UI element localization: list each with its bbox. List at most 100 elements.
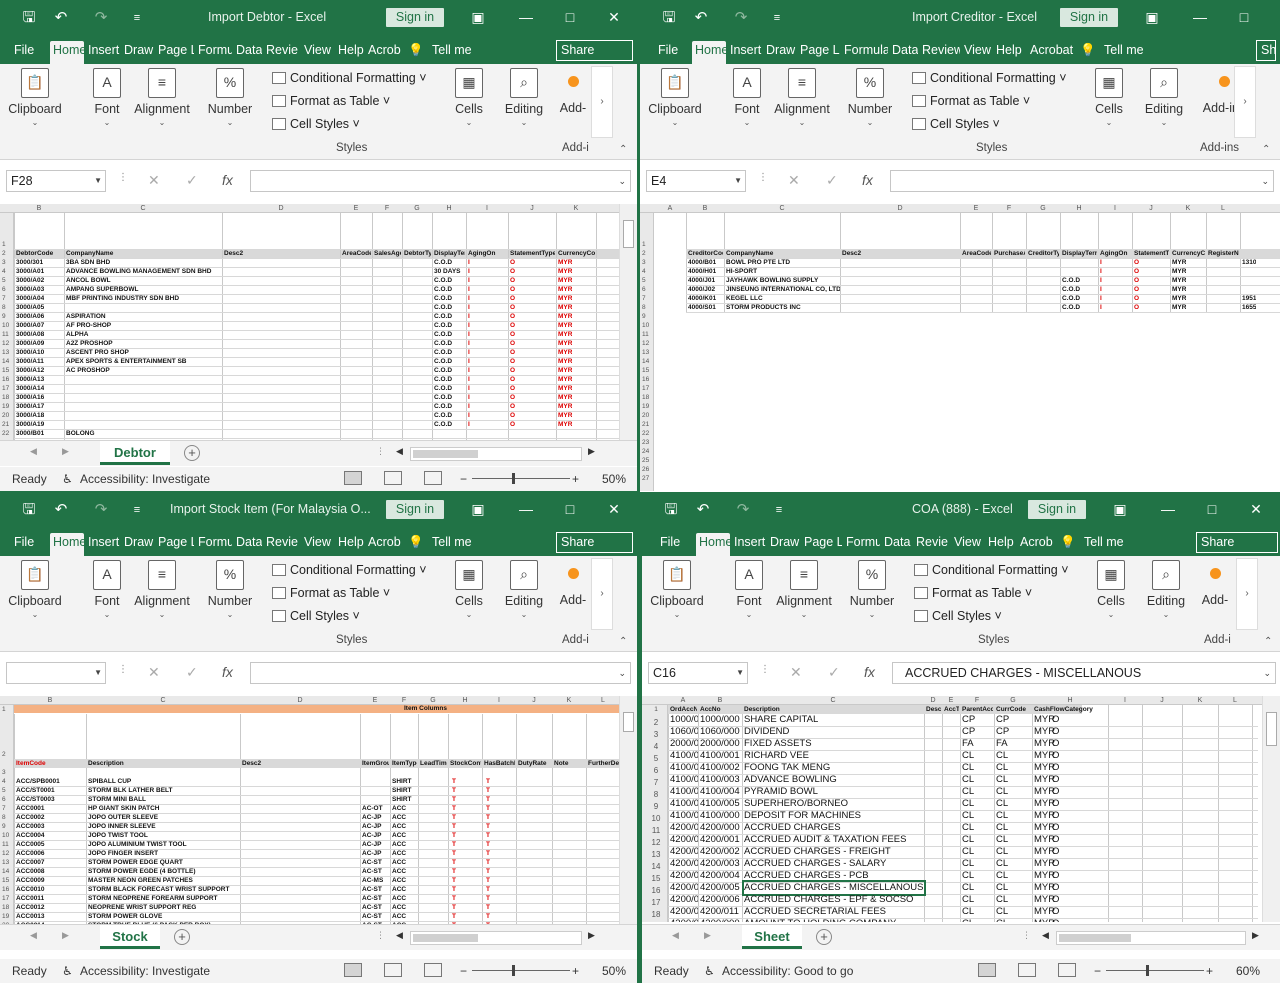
- name-box[interactable]: ▼: [6, 662, 106, 684]
- quick-access-customize-icon[interactable]: ≡: [124, 498, 150, 522]
- worksheet-grid[interactable]: ABCDEFGHIJKL1234567891011121314151617181…: [642, 696, 1262, 922]
- row-header-4[interactable]: 4: [0, 777, 14, 786]
- number-group-button[interactable]: % Number ⌄: [205, 560, 255, 619]
- acc-description[interactable]: ACCRUED CHARGES - FREIGHT: [744, 846, 924, 858]
- row-header-3[interactable]: 3: [642, 729, 668, 741]
- row-header-18[interactable]: 18: [0, 903, 14, 912]
- save-icon[interactable]: 🖫: [656, 6, 682, 30]
- row-header-18[interactable]: 18: [642, 909, 668, 921]
- row-header-16[interactable]: 16: [642, 885, 668, 897]
- zoom-out-icon[interactable]: −: [1094, 964, 1101, 978]
- row-header-18[interactable]: 18: [640, 393, 654, 402]
- row-header-15[interactable]: 15: [642, 873, 668, 885]
- vertical-scrollbar[interactable]: [1262, 696, 1280, 922]
- column-header-c[interactable]: C: [742, 696, 924, 705]
- row-header-12[interactable]: 12: [640, 339, 654, 348]
- acc-description[interactable]: ACCRUED SECRETARIAL FEES: [744, 906, 924, 918]
- acc-description[interactable]: SUPERHERO/BORNEO: [744, 798, 924, 810]
- column-header-b[interactable]: B: [14, 204, 64, 213]
- row-header-16[interactable]: 16: [0, 885, 14, 894]
- next-sheet-icon[interactable]: ▶: [62, 446, 69, 457]
- sheet-tab[interactable]: Debtor: [100, 441, 170, 465]
- row-header-14[interactable]: 14: [0, 357, 14, 366]
- scroll-left-icon[interactable]: ◀: [1042, 930, 1049, 941]
- row-header-18[interactable]: 18: [0, 393, 14, 402]
- row-header-15[interactable]: 15: [0, 366, 14, 375]
- zoom-slider[interactable]: [472, 970, 570, 971]
- save-icon[interactable]: 🖫: [16, 498, 42, 522]
- row-header-13[interactable]: 13: [0, 348, 14, 357]
- row-header-21[interactable]: 21: [640, 420, 654, 429]
- row-header-1[interactable]: 1: [0, 705, 14, 714]
- row-header-9[interactable]: 9: [0, 822, 14, 831]
- column-header-b[interactable]: B: [698, 696, 742, 705]
- row-header-11[interactable]: 11: [0, 840, 14, 849]
- sign-in-button[interactable]: Sign in: [386, 8, 444, 27]
- redo-icon[interactable]: ↷: [730, 498, 756, 522]
- clipboard-group-button[interactable]: 📋 Clipboard ⌄: [6, 68, 64, 127]
- row-header-21[interactable]: 21: [0, 420, 14, 429]
- column-header-l[interactable]: L: [1218, 696, 1252, 705]
- row-header-6[interactable]: 6: [642, 765, 668, 777]
- column-header-i[interactable]: I: [1098, 204, 1132, 213]
- ribbon-scroll-right-icon[interactable]: ›: [591, 66, 613, 138]
- acc-description[interactable]: SHARE CAPITAL: [744, 714, 924, 726]
- scroll-left-icon[interactable]: ◀: [396, 930, 403, 941]
- accessibility-status[interactable]: Accessibility: Investigate: [80, 964, 210, 978]
- horizontal-scrollbar[interactable]: [410, 447, 582, 461]
- page-break-view-icon[interactable]: [1058, 963, 1076, 977]
- formula-input[interactable]: ⌄: [890, 170, 1274, 192]
- tab-acrob[interactable]: Acrob: [368, 533, 402, 556]
- column-header-i[interactable]: I: [466, 204, 508, 213]
- tab-draw[interactable]: Draw: [770, 533, 800, 556]
- column-header-l[interactable]: L: [586, 696, 619, 705]
- tab-home[interactable]: Home: [696, 533, 730, 556]
- accessibility-status[interactable]: Accessibility: Investigate: [80, 472, 210, 486]
- undo-icon[interactable]: ↶: [48, 6, 74, 30]
- tab-pagel[interactable]: Page L: [158, 533, 194, 556]
- scrollbar-thumb[interactable]: [1059, 934, 1131, 942]
- column-header-e[interactable]: E: [942, 696, 960, 705]
- column-header-k[interactable]: K: [1170, 204, 1206, 213]
- row-header-13[interactable]: 13: [0, 858, 14, 867]
- ribbon-scroll-right-icon[interactable]: ›: [1236, 558, 1258, 630]
- tab-home[interactable]: Home: [692, 41, 726, 64]
- column-header-k[interactable]: K: [1182, 696, 1218, 705]
- tab-home[interactable]: Home: [50, 533, 84, 556]
- tab-insert[interactable]: Insert: [88, 41, 120, 64]
- row-header-2[interactable]: 2: [0, 249, 14, 258]
- row-header-6[interactable]: 6: [0, 285, 14, 294]
- ribbon-scroll-right-icon[interactable]: ›: [591, 558, 613, 630]
- tab-revie[interactable]: Revie: [266, 533, 300, 556]
- collapse-ribbon-icon[interactable]: ⌃: [1262, 144, 1270, 155]
- row-header-14[interactable]: 14: [640, 357, 654, 366]
- collapse-ribbon-icon[interactable]: ⌃: [619, 144, 627, 155]
- save-icon[interactable]: 🖫: [658, 498, 684, 522]
- editing-button[interactable]: ⌕ Editing ⌄: [500, 560, 548, 619]
- row-header-11[interactable]: 11: [0, 330, 14, 339]
- row-header-22[interactable]: 22: [640, 429, 654, 438]
- row-header-12[interactable]: 12: [642, 837, 668, 849]
- lightbulb-icon[interactable]: 💡: [408, 533, 420, 556]
- row-header-13[interactable]: 13: [642, 849, 668, 861]
- tell-me-search[interactable]: Tell me: [1084, 533, 1144, 556]
- accessibility-status[interactable]: Accessibility: Good to go: [722, 964, 853, 978]
- column-header-h[interactable]: H: [1032, 696, 1108, 705]
- format-as-table-button[interactable]: Format as Table ˅: [272, 586, 390, 600]
- column-header-a[interactable]: A: [654, 204, 686, 213]
- column-header-d[interactable]: D: [240, 696, 360, 705]
- acc-description[interactable]: PYRAMID BOWL: [744, 786, 924, 798]
- row-header-23[interactable]: 23: [640, 438, 654, 447]
- font-group-button[interactable]: A Font ⌄: [724, 560, 774, 619]
- add-sheet-icon[interactable]: +: [816, 929, 832, 945]
- row-header-6[interactable]: 6: [640, 285, 654, 294]
- next-sheet-icon[interactable]: ▶: [704, 930, 711, 941]
- column-header-i[interactable]: I: [482, 696, 516, 705]
- row-header-15[interactable]: 15: [640, 366, 654, 375]
- format-as-table-button[interactable]: Format as Table ˅: [912, 94, 1030, 108]
- acc-description[interactable]: ACCRUED CHARGES - PCB: [744, 870, 924, 882]
- worksheet-grid[interactable]: B C D E F G H I J K 1 2 3 4 5 6 7 8 9 10 11 12 13 14 15 16 17 18 19 2…: [0, 204, 619, 440]
- row-header-27[interactable]: 27: [640, 474, 654, 483]
- enter-icon[interactable]: ✓: [826, 172, 838, 189]
- formula-input[interactable]: ACCRUED CHARGES - MISCELLANOUS ⌄: [892, 662, 1276, 684]
